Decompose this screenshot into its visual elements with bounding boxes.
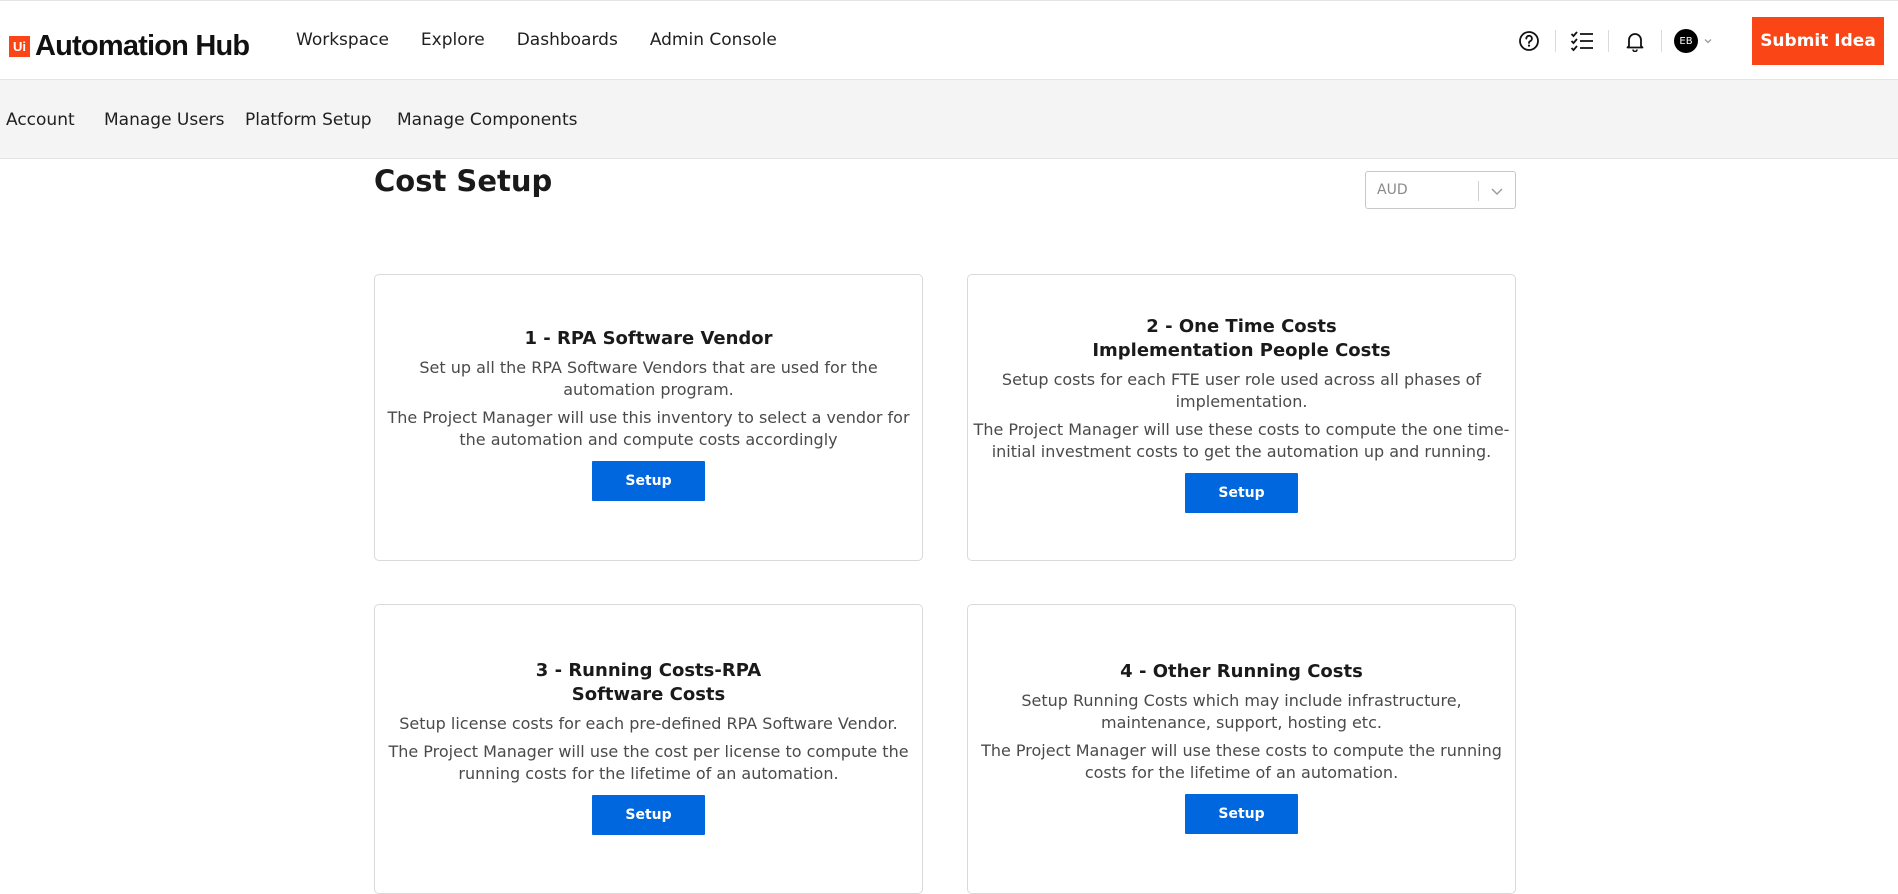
card-description: The Project Manager will use the cost pe… <box>388 741 908 785</box>
app-logo[interactable]: Ui Automation Hub <box>9 30 250 63</box>
card-description-line: maintenance, support, hosting etc. <box>1101 713 1382 732</box>
card-description: Setup license costs for each pre-defined… <box>399 713 898 735</box>
card-description: Setup Running Costs which may include in… <box>1021 690 1461 734</box>
card-description-line: The Project Manager will use these costs… <box>973 420 1510 439</box>
card-title: 3 - Running Costs-RPA Software Costs <box>536 659 761 707</box>
card-description-line: Setup Running Costs which may include in… <box>1021 691 1462 710</box>
card-description-line: Setup costs for each FTE user role used … <box>1001 370 1482 389</box>
chevron-down-icon <box>1704 39 1712 44</box>
card-description-line: Set up all the RPA Software Vendors that… <box>419 358 878 377</box>
subnav-platform-setup[interactable]: Platform Setup <box>245 110 372 130</box>
card-title-line: 2 - One Time Costs <box>1146 316 1337 337</box>
card-title: 1 - RPA Software Vendor <box>524 328 773 349</box>
bell-icon[interactable] <box>1621 27 1649 55</box>
card-description-line: implementation. <box>1175 392 1308 411</box>
card-description: Set up all the RPA Software Vendors that… <box>419 357 877 401</box>
subnav-manage-components[interactable]: Manage Components <box>397 110 577 130</box>
card-description-line: the automation and compute costs accordi… <box>459 430 838 449</box>
currency-value: AUD <box>1377 182 1408 198</box>
header-icon-bar: EB <box>1515 25 1714 57</box>
subnav-manage-users[interactable]: Manage Users <box>104 110 225 130</box>
task-list-icon[interactable] <box>1568 27 1596 55</box>
card-description: Setup costs for each FTE user role used … <box>1002 369 1481 413</box>
card-description-line: The Project Manager will use the cost pe… <box>388 742 909 761</box>
divider <box>1661 30 1662 52</box>
card-description-line: automation program. <box>563 380 734 399</box>
card-title: 2 - One Time Costs Implementation People… <box>1092 315 1390 363</box>
setup-button[interactable]: Setup <box>1185 794 1298 834</box>
currency-select[interactable]: AUD <box>1365 171 1516 209</box>
card-description: The Project Manager will use these costs… <box>974 419 1510 463</box>
user-menu[interactable]: EB <box>1674 29 1714 53</box>
submit-idea-button[interactable]: Submit Idea <box>1752 17 1884 65</box>
card-description: The Project Manager will use this invent… <box>387 407 909 451</box>
setup-button[interactable]: Setup <box>1185 473 1298 513</box>
divider <box>1478 181 1479 201</box>
nav-dashboards[interactable]: Dashboards <box>517 30 618 50</box>
setup-button[interactable]: Setup <box>592 795 705 835</box>
nav-workspace[interactable]: Workspace <box>296 30 389 50</box>
main-nav: Workspace Explore Dashboards Admin Conso… <box>296 30 809 50</box>
page-title: Cost Setup <box>374 164 553 198</box>
subnav-account[interactable]: Account <box>6 110 75 130</box>
help-icon[interactable] <box>1515 27 1543 55</box>
app-title: Automation Hub <box>35 30 250 62</box>
card-title-line: 3 - Running Costs-RPA <box>535 660 762 681</box>
card-title: 4 - Other Running Costs <box>1120 661 1363 682</box>
logo-mark: Ui <box>9 36 30 57</box>
card-description: The Project Manager will use these costs… <box>981 740 1502 784</box>
card-description-line: costs for the lifetime of an automation. <box>1084 763 1399 782</box>
card-title-line: Software Costs <box>571 684 726 705</box>
admin-sub-nav: Account Manage Users Platform Setup Mana… <box>0 80 1898 159</box>
nav-admin-console[interactable]: Admin Console <box>650 30 777 50</box>
card-description-line: The Project Manager will use these costs… <box>981 741 1502 760</box>
card-description-line: running costs for the lifetime of an aut… <box>458 764 839 783</box>
cost-card-running-rpa-software: 3 - Running Costs-RPA Software Costs Set… <box>374 604 923 894</box>
avatar: EB <box>1674 29 1698 53</box>
cost-card-other-running-costs: 4 - Other Running Costs Setup Running Co… <box>967 604 1516 894</box>
setup-button[interactable]: Setup <box>592 461 705 501</box>
chevron-down-icon <box>1491 188 1503 195</box>
card-description-line: initial investment costs to get the auto… <box>991 442 1492 461</box>
card-description-line: The Project Manager will use this invent… <box>387 408 910 427</box>
divider <box>1608 30 1609 52</box>
card-description-line: Setup license costs for each pre-defined… <box>399 714 898 733</box>
divider <box>1555 30 1556 52</box>
nav-explore[interactable]: Explore <box>421 30 485 50</box>
cost-card-one-time-costs: 2 - One Time Costs Implementation People… <box>967 274 1516 561</box>
cost-card-rpa-vendor: 1 - RPA Software Vendor Set up all the R… <box>374 274 923 561</box>
top-bar: Ui Automation Hub Workspace Explore Dash… <box>0 0 1898 80</box>
card-title-line: Implementation People Costs <box>1092 340 1391 361</box>
